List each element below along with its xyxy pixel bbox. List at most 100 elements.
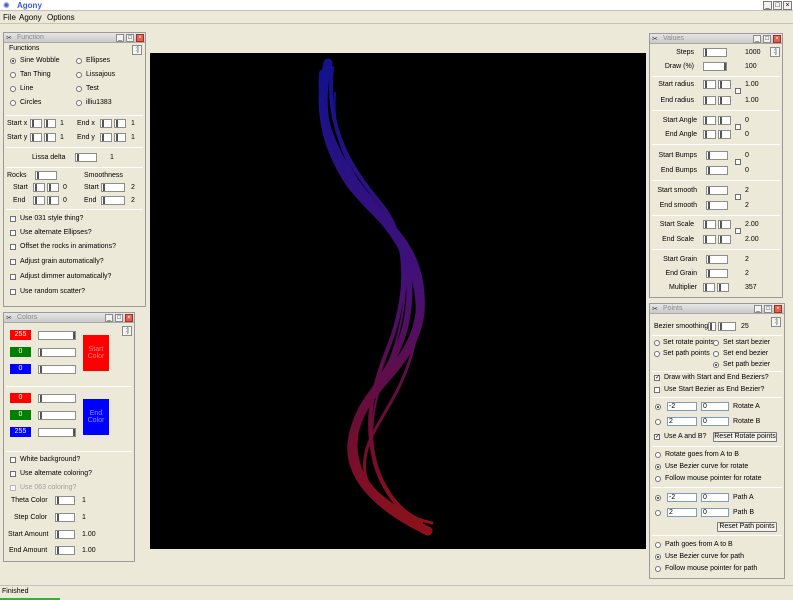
path-a-y-field[interactable]: 0 [701,493,729,502]
checkbox-adjust-dimmer[interactable] [10,274,16,280]
panel-pin-button[interactable]: :] [132,45,142,55]
rotate-a-x-field[interactable]: -2 [667,402,697,411]
start-angle-slider-2[interactable] [718,116,731,125]
radio-path-a[interactable] [655,495,661,501]
start-x-slider-2[interactable] [44,119,56,128]
reset-rotate-points-button[interactable]: Reset Rotate points [713,432,777,442]
link-angle-checkbox[interactable] [735,124,741,130]
start-green-slider[interactable] [38,348,76,357]
multiplier-slider[interactable] [703,283,715,292]
radio-circles[interactable] [10,100,16,106]
radio-illiu1383[interactable] [76,100,82,106]
end-x-slider[interactable] [100,119,112,128]
end-blue-slider[interactable] [38,428,76,437]
radio-test[interactable] [76,86,82,92]
checkbox-offset-rocks[interactable] [10,244,16,250]
end-scale-slider-2[interactable] [718,235,731,244]
panel-close-button[interactable]: × [774,305,782,313]
bezier-smoothing-slider[interactable] [708,322,716,331]
end-y-slider-2[interactable] [114,133,126,142]
start-radius-slider[interactable] [703,80,716,89]
end-angle-slider-2[interactable] [718,130,731,139]
panel-close-button[interactable]: × [125,314,133,322]
checkbox-use-a-and-b[interactable]: ✓ [654,434,660,440]
checkbox-adjust-grain[interactable] [10,259,16,265]
radio-rotate-bezier[interactable] [655,464,661,470]
radio-set-path-bezier[interactable] [713,362,719,368]
radio-ellipses[interactable] [76,58,82,64]
path-a-x-field[interactable]: -2 [667,493,697,502]
link-radius-checkbox[interactable] [735,88,741,94]
panel-minimize-button[interactable]: _ [105,314,113,322]
rocks-start-slider-2[interactable] [47,183,59,192]
panel-minimize-button[interactable]: _ [116,34,124,42]
panel-pin-button[interactable]: :] [122,326,132,336]
checkbox-alternate-ellipses[interactable] [10,230,16,236]
path-b-x-field[interactable]: 2 [667,508,697,517]
step-color-slider[interactable] [55,513,75,522]
reset-path-points-button[interactable]: Reset Path points [717,522,777,532]
minimize-button[interactable]: _ [763,1,772,10]
steps-slider[interactable] [703,48,727,57]
end-radius-slider[interactable] [703,96,716,105]
checkbox-white-background[interactable] [10,457,16,463]
rocks-slider[interactable] [35,171,57,180]
link-scale-checkbox[interactable] [735,228,741,234]
start-amount-slider[interactable] [55,530,75,539]
start-radius-slider-2[interactable] [718,80,731,89]
start-angle-slider[interactable] [703,116,716,125]
radio-set-rotate-points[interactable] [654,340,660,346]
radio-set-end-bezier[interactable] [713,351,719,357]
lissa-delta-slider[interactable] [75,153,97,162]
smooth-end-slider[interactable] [101,196,125,205]
panel-pin-button[interactable]: :] [770,47,780,57]
theta-color-slider[interactable] [55,496,75,505]
end-red-slider[interactable] [38,394,76,403]
end-x-slider-2[interactable] [114,119,126,128]
render-canvas[interactable] [150,53,646,549]
radio-rotate-mouse[interactable] [655,476,661,482]
radio-set-start-bezier[interactable] [713,340,719,346]
end-green-slider[interactable] [38,411,76,420]
end-y-slider[interactable] [100,133,112,142]
panel-minimize-button[interactable]: _ [754,305,762,313]
panel-restore-button[interactable]: □ [126,34,134,42]
rotate-b-y-field[interactable]: 0 [701,417,729,426]
start-y-slider[interactable] [30,133,42,142]
smooth-start-slider[interactable] [101,183,125,192]
rocks-start-slider[interactable] [33,183,45,192]
path-b-y-field[interactable]: 0 [701,508,729,517]
radio-rotate-b[interactable] [655,419,661,425]
end-radius-slider-2[interactable] [718,96,731,105]
end-bumps-slider[interactable] [706,166,728,175]
start-scale-slider[interactable] [703,220,716,229]
panel-restore-button[interactable]: □ [115,314,123,322]
start-red-slider[interactable] [38,331,76,340]
radio-line[interactable] [10,86,16,92]
start-grain-slider[interactable] [706,255,728,264]
rocks-end-slider-2[interactable] [47,196,59,205]
start-blue-slider[interactable] [38,365,76,374]
end-color-swatch[interactable]: End Color [83,399,109,435]
panel-minimize-button[interactable]: _ [753,35,761,43]
menu-options[interactable]: Options [47,13,75,22]
start-scale-slider-2[interactable] [718,220,731,229]
radio-path-bezier[interactable] [655,554,661,560]
checkbox-alternate-coloring[interactable] [10,471,16,477]
checkbox-start-as-end-bezier[interactable] [654,387,660,393]
checkbox-random-scatter[interactable] [10,289,16,295]
link-bumps-checkbox[interactable] [735,159,741,165]
menu-agony[interactable]: Agony [19,13,42,22]
panel-restore-button[interactable]: □ [763,35,771,43]
menu-file[interactable]: File [3,13,16,22]
panel-close-button[interactable]: × [136,34,144,42]
start-smooth-slider[interactable] [706,186,728,195]
start-bumps-slider[interactable] [706,151,728,160]
rotate-a-y-field[interactable]: 0 [701,402,729,411]
rocks-end-slider[interactable] [33,196,45,205]
panel-restore-button[interactable]: □ [764,305,772,313]
radio-path-a-to-b[interactable] [655,542,661,548]
radio-lissajous[interactable] [76,72,82,78]
panel-pin-button[interactable]: :] [771,317,781,327]
panel-close-button[interactable]: × [773,35,781,43]
